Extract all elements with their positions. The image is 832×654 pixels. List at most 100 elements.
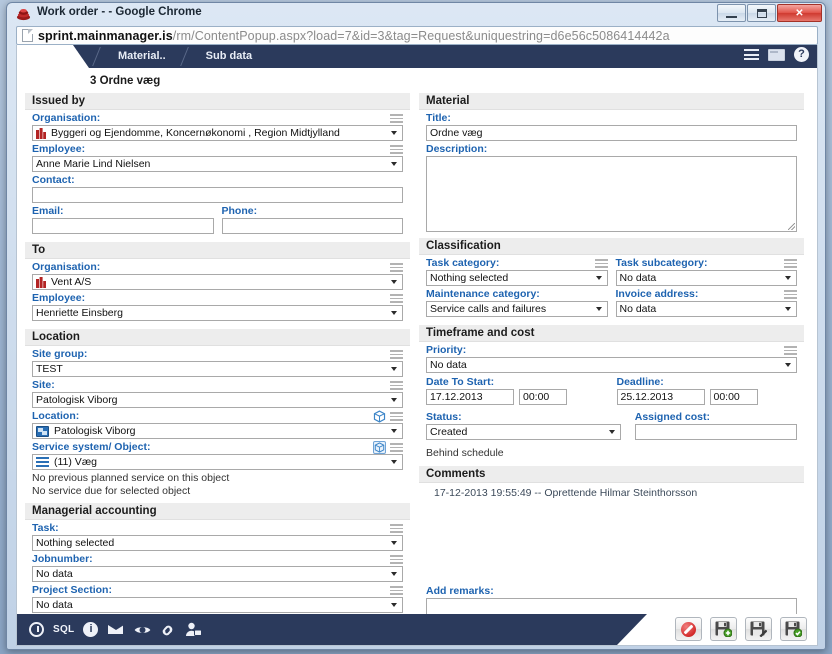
location-field[interactable]: Patologisk Viborg: [32, 423, 403, 439]
deadline-time-input[interactable]: 00:00: [709, 389, 758, 405]
service-system-field[interactable]: (11) Væg: [32, 454, 403, 470]
project-section-input[interactable]: No data: [32, 597, 386, 613]
close-button[interactable]: ✕: [777, 4, 822, 22]
to-organisation-input[interactable]: Vent A/S: [32, 274, 386, 290]
help-icon[interactable]: ?: [794, 47, 809, 62]
site-group-input[interactable]: TEST: [32, 361, 386, 377]
site-input[interactable]: Patologisk Viborg: [32, 392, 386, 408]
maximize-button[interactable]: [747, 4, 776, 22]
history-clock-icon[interactable]: [29, 622, 44, 637]
list-menu-icon[interactable]: [390, 555, 403, 564]
list-menu-icon[interactable]: [784, 290, 797, 299]
invoice-address-dropdown-arrow[interactable]: [780, 301, 797, 317]
maintenance-category-dropdown-arrow[interactable]: [590, 301, 608, 317]
site-group-dropdown-arrow[interactable]: [386, 361, 403, 377]
maintenance-category-field[interactable]: Service calls and failures: [426, 301, 608, 317]
to-organisation-field[interactable]: Vent A/S: [32, 274, 403, 290]
cube-3d-icon[interactable]: [373, 441, 386, 454]
to-employee-input[interactable]: Henriette Einsberg: [32, 305, 386, 321]
phone-input[interactable]: [221, 218, 403, 234]
minimize-button[interactable]: [717, 4, 746, 22]
list-menu-icon[interactable]: [390, 294, 403, 303]
material-description-textarea[interactable]: [426, 156, 797, 232]
address-bar[interactable]: sprint.mainmanager.is/rm/ContentPopup.as…: [16, 26, 818, 45]
location-input[interactable]: Patologisk Viborg: [32, 423, 386, 439]
to-employee-dropdown-arrow[interactable]: [386, 305, 403, 321]
date-to-start-time-field[interactable]: 00:00: [519, 389, 567, 405]
project-section-dropdown-arrow[interactable]: [386, 597, 403, 613]
sql-icon[interactable]: SQL: [53, 624, 74, 635]
list-menu-icon[interactable]: [390, 381, 403, 390]
service-system-input[interactable]: (11) Væg: [32, 454, 386, 470]
jobnumber-field[interactable]: No data: [32, 566, 403, 582]
organisation-dropdown-arrow[interactable]: [386, 125, 403, 141]
task-category-field[interactable]: Nothing selected: [426, 270, 608, 286]
list-menu-icon[interactable]: [390, 145, 403, 154]
status-field[interactable]: Created: [426, 424, 621, 440]
assigned-cost-input[interactable]: [634, 424, 797, 440]
list-menu-icon[interactable]: [390, 443, 403, 452]
task-category-input[interactable]: Nothing selected: [426, 270, 591, 286]
site-dropdown-arrow[interactable]: [386, 392, 403, 408]
document-icon[interactable]: [768, 48, 785, 61]
eye-icon[interactable]: [133, 624, 153, 636]
material-title-field[interactable]: Ordne væg: [426, 125, 797, 141]
employee-field[interactable]: Anne Marie Lind Nielsen: [32, 156, 403, 172]
list-menu-icon[interactable]: [390, 263, 403, 272]
deadline-time-field[interactable]: 00:00: [709, 389, 758, 405]
jobnumber-dropdown-arrow[interactable]: [386, 566, 403, 582]
status-dropdown-arrow[interactable]: [603, 424, 621, 440]
save-edit-button[interactable]: [745, 617, 772, 641]
invoice-address-input[interactable]: No data: [615, 301, 780, 317]
priority-dropdown-arrow[interactable]: [780, 357, 797, 373]
list-menu-icon[interactable]: [784, 346, 797, 355]
save-new-button[interactable]: [710, 617, 737, 641]
phone-field[interactable]: [221, 218, 403, 234]
menu-icon[interactable]: [744, 49, 759, 60]
email-input[interactable]: [32, 218, 214, 234]
deadline-field[interactable]: 25.12.2013: [616, 389, 705, 405]
date-to-start-time-input[interactable]: 00:00: [519, 389, 567, 405]
employee-input[interactable]: Anne Marie Lind Nielsen: [32, 156, 386, 172]
list-menu-icon[interactable]: [390, 412, 403, 421]
task-input[interactable]: Nothing selected: [32, 535, 386, 551]
location-dropdown-arrow[interactable]: [386, 423, 403, 439]
invoice-address-field[interactable]: No data: [615, 301, 797, 317]
maintenance-category-input[interactable]: Service calls and failures: [426, 301, 591, 317]
date-to-start-input[interactable]: 17.12.2013: [426, 389, 514, 405]
task-subcategory-field[interactable]: No data: [615, 270, 797, 286]
organisation-input[interactable]: Byggeri og Ejendomme, Koncernøkonomi , R…: [32, 125, 386, 141]
task-subcategory-dropdown-arrow[interactable]: [780, 270, 797, 286]
site-group-field[interactable]: TEST: [32, 361, 403, 377]
to-organisation-dropdown-arrow[interactable]: [386, 274, 403, 290]
info-icon[interactable]: i: [83, 622, 99, 637]
deadline-input[interactable]: 25.12.2013: [616, 389, 705, 405]
email-field[interactable]: [32, 218, 214, 234]
task-subcategory-input[interactable]: No data: [615, 270, 780, 286]
list-menu-icon[interactable]: [390, 524, 403, 533]
contact-input[interactable]: [32, 187, 403, 203]
jobnumber-input[interactable]: No data: [32, 566, 386, 582]
list-menu-icon[interactable]: [594, 259, 608, 268]
material-title-input[interactable]: Ordne væg: [426, 125, 797, 141]
tab-material[interactable]: Material..: [98, 45, 186, 68]
list-menu-icon[interactable]: [784, 259, 797, 268]
service-system-dropdown-arrow[interactable]: [386, 454, 403, 470]
assigned-cost-field[interactable]: [634, 424, 797, 440]
tab-sub-data[interactable]: Sub data: [186, 45, 272, 68]
employee-dropdown-arrow[interactable]: [386, 156, 403, 172]
list-menu-icon[interactable]: [390, 114, 403, 123]
project-section-field[interactable]: No data: [32, 597, 403, 613]
task-category-dropdown-arrow[interactable]: [590, 270, 608, 286]
tab-general[interactable]: General: [17, 45, 98, 74]
task-field[interactable]: Nothing selected: [32, 535, 403, 551]
mail-icon[interactable]: [107, 624, 125, 635]
cancel-button[interactable]: [675, 617, 702, 641]
user-comment-icon[interactable]: [185, 622, 203, 637]
status-input[interactable]: Created: [426, 424, 604, 440]
site-field[interactable]: Patologisk Viborg: [32, 392, 403, 408]
task-dropdown-arrow[interactable]: [386, 535, 403, 551]
priority-input[interactable]: No data: [426, 357, 780, 373]
list-menu-icon[interactable]: [390, 586, 403, 595]
link-icon[interactable]: [161, 623, 176, 637]
